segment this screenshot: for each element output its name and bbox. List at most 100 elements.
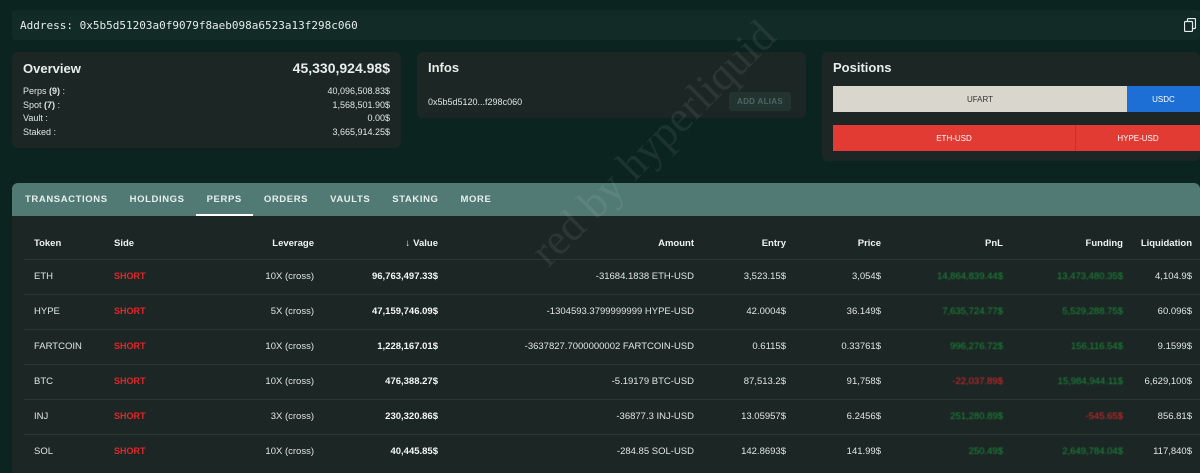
cell-token: SOL — [24, 433, 114, 469]
table-header-row: Token Side Leverage ↓ Value Amount Entry … — [24, 228, 1200, 259]
add-alias-button[interactable]: ADD ALIAS — [729, 92, 791, 111]
table-row[interactable]: BTC SHORT 10X (cross) 476,388.27$ -5.191… — [24, 363, 1200, 399]
cell-entry: 87,513.2$ — [694, 363, 786, 399]
cell-side: SHORT — [114, 446, 146, 457]
overview-row-label: Vault : — [23, 113, 48, 123]
perp-allocation-bar: ETH-USD HYPE-USD — [833, 125, 1200, 151]
header-liquidation[interactable]: Liquidation — [1123, 228, 1200, 259]
header-amount[interactable]: Amount — [438, 228, 694, 259]
cell-amount: -5.19179 BTC-USD — [438, 363, 694, 399]
overview-rows: Perps (9) : 40,096,508.83$ Spot (7) : 1,… — [23, 85, 390, 139]
tab-orders[interactable]: ORDERS — [253, 183, 319, 216]
cell-leverage: 10X (cross) — [194, 433, 314, 469]
header-entry[interactable]: Entry — [694, 228, 786, 259]
cell-pnl: 250.49$ — [968, 446, 1003, 458]
tab-staking[interactable]: STAKING — [381, 183, 449, 216]
cell-pnl: -22,037.89$ — [952, 376, 1003, 387]
cell-side: SHORT — [114, 376, 146, 386]
cell-price: 36.149$ — [786, 293, 881, 329]
overview-row-value: 3,665,914.25$ — [332, 126, 390, 137]
cell-funding: -545.65$ — [1085, 411, 1123, 422]
positions-table: Token Side Leverage ↓ Value Amount Entry … — [24, 228, 1200, 469]
overview-row-label: Perps — [23, 86, 47, 96]
header-side[interactable]: Side — [114, 228, 194, 259]
tab-holdings[interactable]: HOLDINGS — [119, 183, 196, 216]
allocation-segment-hype-usd[interactable]: HYPE-USD — [1076, 125, 1200, 151]
address-value: 0x5b5d51203a0f9079f8aeb098a6523a13f298c0… — [79, 18, 358, 32]
cell-amount: -31684.1838 ETH-USD — [438, 258, 694, 294]
positions-title: Positions — [833, 60, 892, 75]
cell-funding: 156,116.54$ — [1070, 341, 1123, 352]
cell-amount: -36877.3 INJ-USD — [438, 398, 694, 434]
table-row[interactable]: SOL SHORT 10X (cross) 40,445.85$ -284.85… — [24, 433, 1200, 469]
overview-total: 45,330,924.98$ — [292, 60, 390, 76]
header-token[interactable]: Token — [24, 228, 114, 259]
cell-value: 230,320.86$ — [314, 398, 438, 434]
cell-liquidation: 6,629,100$ — [1123, 363, 1200, 399]
table-row[interactable]: HYPE SHORT 5X (cross) 47,159,746.09$ -13… — [24, 293, 1200, 329]
address-bar: Address: 0x5b5d51203a0f9079f8aeb098a6523… — [12, 10, 1200, 40]
header-leverage[interactable]: Leverage — [194, 228, 314, 259]
cell-side: SHORT — [114, 341, 146, 351]
positions-card: Positions UFART USDC ETH-USD HYPE-USD — [822, 52, 1200, 161]
table-row[interactable]: FARTCOIN SHORT 10X (cross) 1,228,167.01$… — [24, 328, 1200, 364]
cell-token: HYPE — [24, 293, 114, 329]
cell-funding: 15,984,944.11$ — [1057, 376, 1123, 387]
cell-leverage: 10X (cross) — [194, 328, 314, 364]
tab-more[interactable]: MORE — [450, 183, 503, 216]
cell-price: 91,758$ — [786, 363, 881, 399]
header-value[interactable]: ↓ Value — [314, 228, 438, 259]
tab-perps[interactable]: PERPS — [195, 183, 254, 216]
overview-row-label: Spot — [23, 99, 42, 110]
overview-title: Overview — [23, 60, 81, 76]
address-label: Address: — [20, 18, 73, 32]
copy-icon[interactable] — [1184, 18, 1196, 32]
cell-entry: 0.6115$ — [694, 328, 786, 364]
cell-token: BTC — [24, 363, 114, 399]
cell-leverage: 10X (cross) — [194, 258, 314, 294]
table-row[interactable]: ETH SHORT 10X (cross) 96,763,497.33$ -31… — [24, 258, 1200, 294]
overview-row-perps: Perps (9) : 40,096,508.83$ — [23, 85, 390, 99]
tab-transactions[interactable]: TRANSACTIONS — [14, 183, 119, 216]
cell-pnl: 251,280.89$ — [950, 411, 1003, 422]
cell-liquidation: 9.1599$ — [1123, 328, 1200, 364]
header-price[interactable]: Price — [786, 228, 881, 259]
cell-value: 40,445.85$ — [314, 433, 438, 469]
cell-amount: -3637827.7000000002 FARTCOIN-USD — [438, 328, 694, 364]
allocation-segment-ufart[interactable]: UFART — [833, 86, 1127, 112]
cell-side: SHORT — [114, 411, 146, 421]
overview-row-value: 1,568,501.90$ — [332, 99, 390, 110]
cell-liquidation: 117,840$ — [1123, 433, 1200, 469]
header-value-label: Value — [413, 237, 438, 249]
cell-price: 3,054$ — [786, 258, 881, 294]
cell-leverage: 10X (cross) — [194, 363, 314, 399]
cell-token: FARTCOIN — [24, 328, 114, 364]
cell-price: 6.2456$ — [786, 398, 881, 434]
header-pnl[interactable]: PnL — [881, 228, 1003, 259]
header-funding[interactable]: Funding — [1003, 228, 1123, 259]
tab-vaults[interactable]: VAULTS — [319, 183, 381, 216]
overview-row-value: 0.00$ — [367, 113, 390, 123]
cell-token: ETH — [24, 258, 114, 294]
allocation-segment-eth-usd[interactable]: ETH-USD — [833, 125, 1076, 151]
cell-entry: 142.8693$ — [694, 433, 786, 469]
overview-row-count: (7) — [44, 99, 56, 110]
cell-leverage: 5X (cross) — [194, 293, 314, 329]
cell-value: 96,763,497.33$ — [314, 258, 438, 294]
table-row[interactable]: INJ SHORT 3X (cross) 230,320.86$ -36877.… — [24, 398, 1200, 434]
infos-title: Infos — [428, 60, 460, 75]
cell-price: 0.33761$ — [786, 328, 881, 364]
cell-funding: 5,529,288.75$ — [1062, 306, 1123, 317]
cell-funding: 13,473,480.35$ — [1056, 271, 1123, 282]
cell-value: 476,388.27$ — [314, 363, 438, 399]
overview-row-spot: Spot (7) : 1,568,501.90$ — [23, 99, 390, 113]
overview-row-label: Staked : — [23, 126, 57, 137]
tab-bar: TRANSACTIONS HOLDINGS PERPS ORDERS VAULT… — [12, 183, 1200, 216]
cell-entry: 3,523.15$ — [694, 258, 786, 294]
cell-price: 141.99$ — [786, 433, 881, 469]
cell-side: SHORT — [114, 271, 146, 281]
cell-pnl: 7,635,724.77$ — [942, 306, 1003, 317]
cell-liquidation: 856.81$ — [1123, 398, 1200, 434]
cell-liquidation: 60.096$ — [1123, 293, 1200, 329]
allocation-segment-usdc[interactable]: USDC — [1127, 86, 1200, 112]
